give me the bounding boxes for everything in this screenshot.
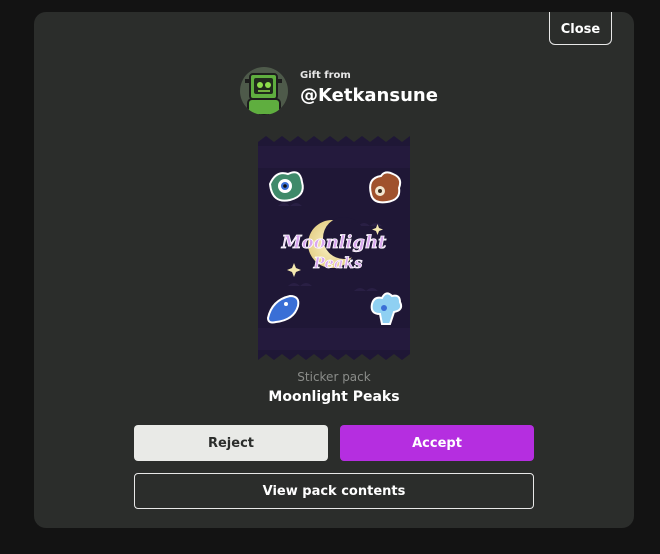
- gift-from-label: Gift from: [300, 70, 351, 81]
- svg-text:Moonlight: Moonlight: [281, 232, 387, 253]
- svg-text:Peaks: Peaks: [313, 254, 364, 272]
- eye-plant-sticker-icon: [268, 171, 304, 202]
- pack-name-label: Moonlight Peaks: [268, 389, 400, 405]
- gift-dialog: Close Gift from @Ketkansune Moonlight Pe…: [34, 12, 634, 528]
- pack-type-label: Sticker pack: [297, 370, 371, 384]
- accept-button[interactable]: Accept: [340, 425, 534, 461]
- reject-button[interactable]: Reject: [134, 425, 328, 461]
- sticker-pack-image: Moonlight Peaks: [258, 136, 410, 360]
- close-button[interactable]: Close: [549, 12, 612, 45]
- gifter-username: @Ketkansune: [300, 85, 438, 106]
- avatar: [240, 67, 288, 115]
- view-pack-contents-button[interactable]: View pack contents: [134, 473, 534, 509]
- robot-avatar-icon: [240, 67, 288, 115]
